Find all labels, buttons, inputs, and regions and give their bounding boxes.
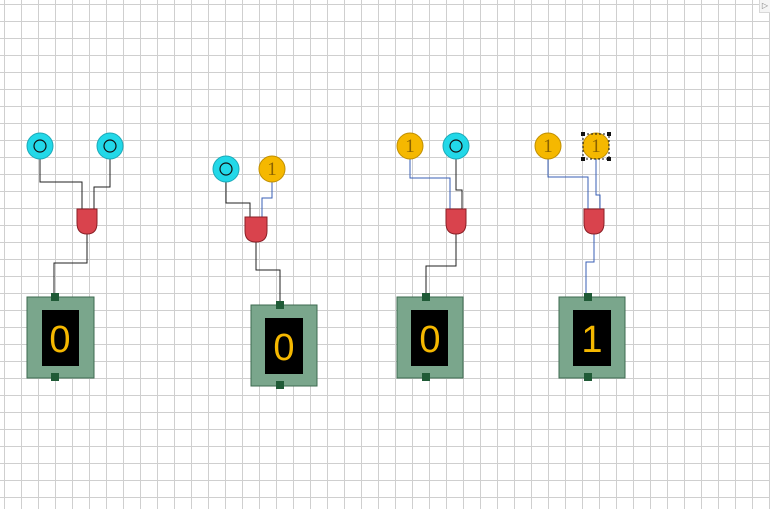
circuit-4: 1 1 1	[534, 132, 626, 381]
toggle-switch[interactable]	[212, 155, 240, 183]
toggle-switch[interactable]	[96, 132, 124, 160]
digit-display: 0	[26, 293, 95, 381]
wire	[595, 159, 601, 210]
switch-value: 1	[543, 136, 553, 157]
and-gate[interactable]	[445, 208, 467, 235]
wire	[93, 159, 111, 210]
toggle-switch[interactable]	[442, 132, 470, 160]
digit-display: 1	[558, 293, 626, 381]
and-gate[interactable]	[76, 208, 98, 235]
display-digit: 1	[581, 319, 602, 361]
display-digit: 0	[273, 327, 294, 369]
and-gate[interactable]	[583, 208, 605, 235]
circuit-1: 0	[26, 132, 124, 381]
wire	[409, 159, 451, 210]
collapse-arrow-icon[interactable]: ▷	[759, 0, 770, 13]
and-gate[interactable]	[244, 216, 268, 243]
switch-value: 1	[267, 159, 277, 180]
toggle-switch[interactable]: 1	[534, 132, 562, 160]
switch-value: 1	[591, 136, 601, 157]
circuit-3: 1 0	[396, 132, 470, 381]
digit-display: 0	[250, 301, 318, 389]
wire	[225, 182, 251, 218]
toggle-switch[interactable]	[26, 132, 54, 160]
wire	[455, 159, 463, 210]
toggle-switch[interactable]: 1	[581, 132, 611, 161]
wire	[261, 182, 273, 218]
switch-value: 1	[405, 136, 415, 157]
circuit-2: 1 0	[212, 155, 318, 389]
digit-display: 0	[396, 293, 464, 381]
display-digit: 0	[419, 319, 440, 361]
wire	[53, 233, 88, 297]
wire	[39, 159, 83, 210]
display-digit: 0	[49, 319, 70, 361]
toggle-switch[interactable]: 1	[396, 132, 424, 160]
wire	[425, 233, 457, 297]
toggle-switch[interactable]: 1	[258, 155, 286, 183]
wire	[255, 242, 281, 305]
wire	[547, 159, 589, 210]
circuit-overlay: 0 1 0 1 0 1 1 1	[26, 132, 626, 389]
wire	[585, 233, 595, 297]
